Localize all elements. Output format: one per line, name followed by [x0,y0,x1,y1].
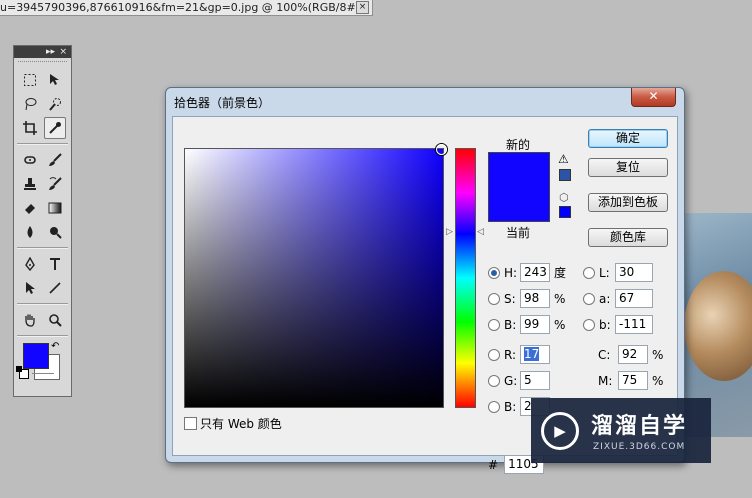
dialog-title: 拾色器（前景色） [174,96,271,110]
red-input-selected-text: 17 [524,347,540,361]
hand-icon[interactable] [19,309,41,331]
close-button[interactable]: ✕ [631,88,676,107]
hex-label: # [488,457,499,472]
brightness-input[interactable]: 99 [520,315,550,334]
hue-slider[interactable] [455,148,476,408]
watermark-name: 溜溜自学 [591,414,688,439]
reset-button[interactable]: 复位 [588,158,668,177]
lab-b-input[interactable]: -111 [615,315,653,334]
brush-icon[interactable] [44,149,66,171]
stone-image [684,271,752,381]
tools-panel: ▸▸ × ↶ [13,45,72,397]
marquee-icon[interactable] [19,69,41,91]
quick-select-icon[interactable] [44,93,66,115]
red-radio[interactable] [488,348,500,361]
ok-button[interactable]: 确定 [588,129,668,148]
brightness-radio[interactable] [488,318,500,331]
document-tab-title: u=3945790396,876610916&fm=21&gp=0.jpg @ … [0,1,360,14]
magenta-input[interactable]: 75 [618,371,648,390]
web-only-checkbox[interactable]: 只有 Web 颜色 [184,415,282,432]
crop-icon[interactable] [19,117,41,139]
lab-l-radio[interactable] [583,266,595,279]
web-safe-color-swatch[interactable] [559,206,571,218]
watermark: ▶ 溜溜自学 ZIXUE.3D66.COM [531,398,711,463]
lab-b-row[interactable]: b: -111 [583,314,653,335]
spot-heal-icon[interactable] [19,149,41,171]
color-field-cursor[interactable] [436,144,447,155]
lab-a-row[interactable]: a: 67 [583,288,653,309]
line-icon[interactable] [44,277,66,299]
saturation-input[interactable]: 98 [520,289,550,308]
lab-l-input[interactable]: 30 [615,263,653,282]
web-only-label: 只有 Web 颜色 [200,417,282,431]
color-preview [488,152,550,222]
quick-mask-divider [32,373,54,374]
color-libraries-button[interactable]: 颜色库 [588,228,668,247]
close-icon[interactable]: × [59,46,67,58]
gradient-icon[interactable] [44,197,66,219]
saturation-row[interactable]: S: 98 % [488,288,565,309]
document-tab[interactable]: u=3945790396,876610916&fm=21&gp=0.jpg @ … [0,0,373,16]
swap-colors-icon[interactable]: ↶ [51,341,59,352]
play-logo-icon: ▶ [541,412,579,450]
lab-b-radio[interactable] [583,318,595,331]
type-icon[interactable] [44,253,66,275]
foreground-color-swatch[interactable] [23,343,49,369]
brightness-row[interactable]: B: 99 % [488,314,565,335]
dodge-icon[interactable] [44,221,66,243]
hue-row[interactable]: H: 243 度 [488,262,566,283]
red-row[interactable]: R: 17 [488,344,550,365]
lasso-icon[interactable] [19,93,41,115]
default-colors-icon[interactable] [16,366,29,379]
add-to-swatches-button[interactable]: 添加到色板 [588,193,668,212]
eraser-icon[interactable] [19,197,41,219]
out-of-gamut-warning-icon[interactable]: ⚠ [558,152,569,166]
green-row[interactable]: G: 5 [488,370,550,391]
eyedropper-icon[interactable] [44,117,67,139]
clone-stamp-icon[interactable] [19,173,41,195]
color-field[interactable] [184,144,447,408]
red-input[interactable]: 17 [520,345,550,364]
blur-icon[interactable] [19,221,41,243]
lab-a-radio[interactable] [583,292,595,305]
green-input[interactable]: 5 [520,371,550,390]
panel-grip[interactable] [18,61,67,68]
hue-input[interactable]: 243 [520,263,550,282]
collapse-icon[interactable]: ▸▸ [46,46,55,58]
lab-l-row[interactable]: L: 30 [583,262,653,283]
magenta-row[interactable]: M: 75 % [598,370,663,391]
close-tab-icon[interactable]: × [356,1,369,14]
hue-radio[interactable] [488,266,500,279]
hue-slider-left-arrow[interactable]: ▷ [446,227,453,237]
history-brush-icon[interactable] [44,173,66,195]
new-color-swatch [489,153,549,221]
tools-panel-header[interactable]: ▸▸ × [14,46,71,58]
lab-a-input[interactable]: 67 [615,289,653,308]
pen-icon[interactable] [19,253,41,275]
blue-radio[interactable] [488,400,500,413]
web-safe-cube-icon[interactable]: ⬡ [559,191,569,204]
cyan-row[interactable]: C: 92 % [598,344,663,365]
new-color-label: 新的 [506,138,531,152]
move-icon[interactable] [44,69,66,91]
path-select-icon[interactable] [19,277,41,299]
hue-slider-right-arrow[interactable]: ◁ [477,227,484,237]
cyan-input[interactable]: 92 [618,345,648,364]
saturation-radio[interactable] [488,292,500,305]
watermark-url: ZIXUE.3D66.COM [593,442,686,452]
current-color-label: 当前 [506,226,531,240]
web-only-check-box[interactable] [184,417,197,430]
green-radio[interactable] [488,374,500,387]
gamut-color-swatch[interactable] [559,169,571,181]
zoom-icon[interactable] [44,309,66,331]
